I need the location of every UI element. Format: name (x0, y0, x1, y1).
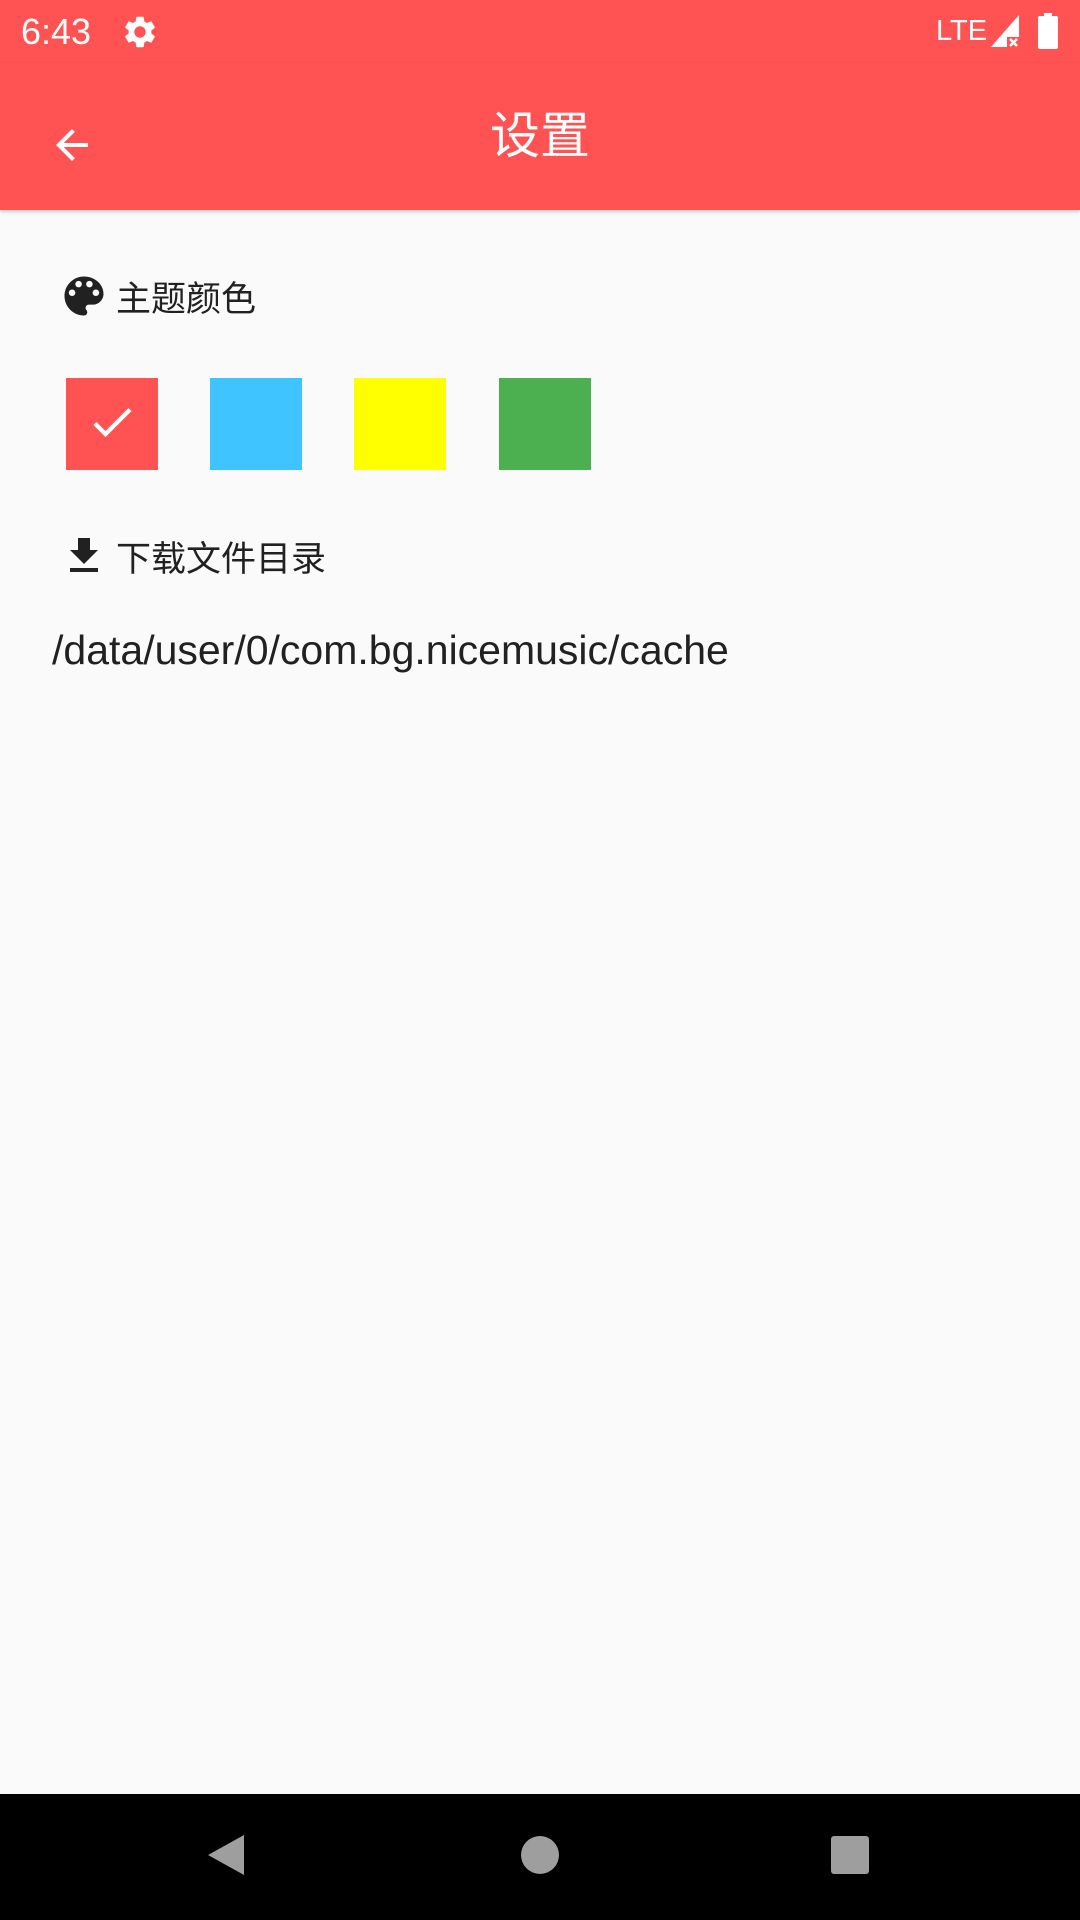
status-time: 6:43 (21, 11, 92, 52)
arrow-back-icon (48, 121, 96, 173)
download-icon (58, 530, 110, 582)
nav-back-button[interactable] (193, 1824, 259, 1890)
signal-icon (989, 13, 1021, 49)
swatch-green[interactable] (499, 378, 591, 470)
download-dir-header: 下载文件目录 (58, 528, 326, 584)
system-nav-bar (0, 1794, 1080, 1920)
app-bar: 设置 (0, 63, 1080, 210)
swatch-blue[interactable] (210, 378, 302, 470)
palette-icon (58, 270, 110, 322)
theme-color-label: 主题颜色 (116, 279, 257, 320)
swatch-red[interactable] (66, 378, 158, 470)
swatch-yellow[interactable] (354, 378, 446, 470)
check-icon (86, 396, 138, 452)
theme-color-header: 主题颜色 (58, 268, 256, 324)
battery-icon (1037, 13, 1059, 49)
settings-screen: 6:43 LTE 设置 主题颜色 下载文件目录 /data/user/0/com… (0, 0, 1080, 1920)
back-triangle-icon (204, 1831, 248, 1883)
page-title: 设置 (490, 107, 590, 165)
back-button[interactable] (30, 105, 114, 189)
status-bar: 6:43 LTE (0, 0, 1080, 63)
download-dir-label: 下载文件目录 (116, 539, 327, 580)
download-path-value[interactable]: /data/user/0/com.bg.nicemusic/cache (52, 620, 729, 680)
nav-home-button[interactable] (507, 1824, 573, 1890)
network-type-label: LTE (936, 15, 988, 47)
home-circle-icon (518, 1833, 562, 1881)
settings-icon (121, 13, 159, 51)
nav-recents-button[interactable] (817, 1824, 883, 1890)
recents-square-icon (828, 1833, 872, 1881)
